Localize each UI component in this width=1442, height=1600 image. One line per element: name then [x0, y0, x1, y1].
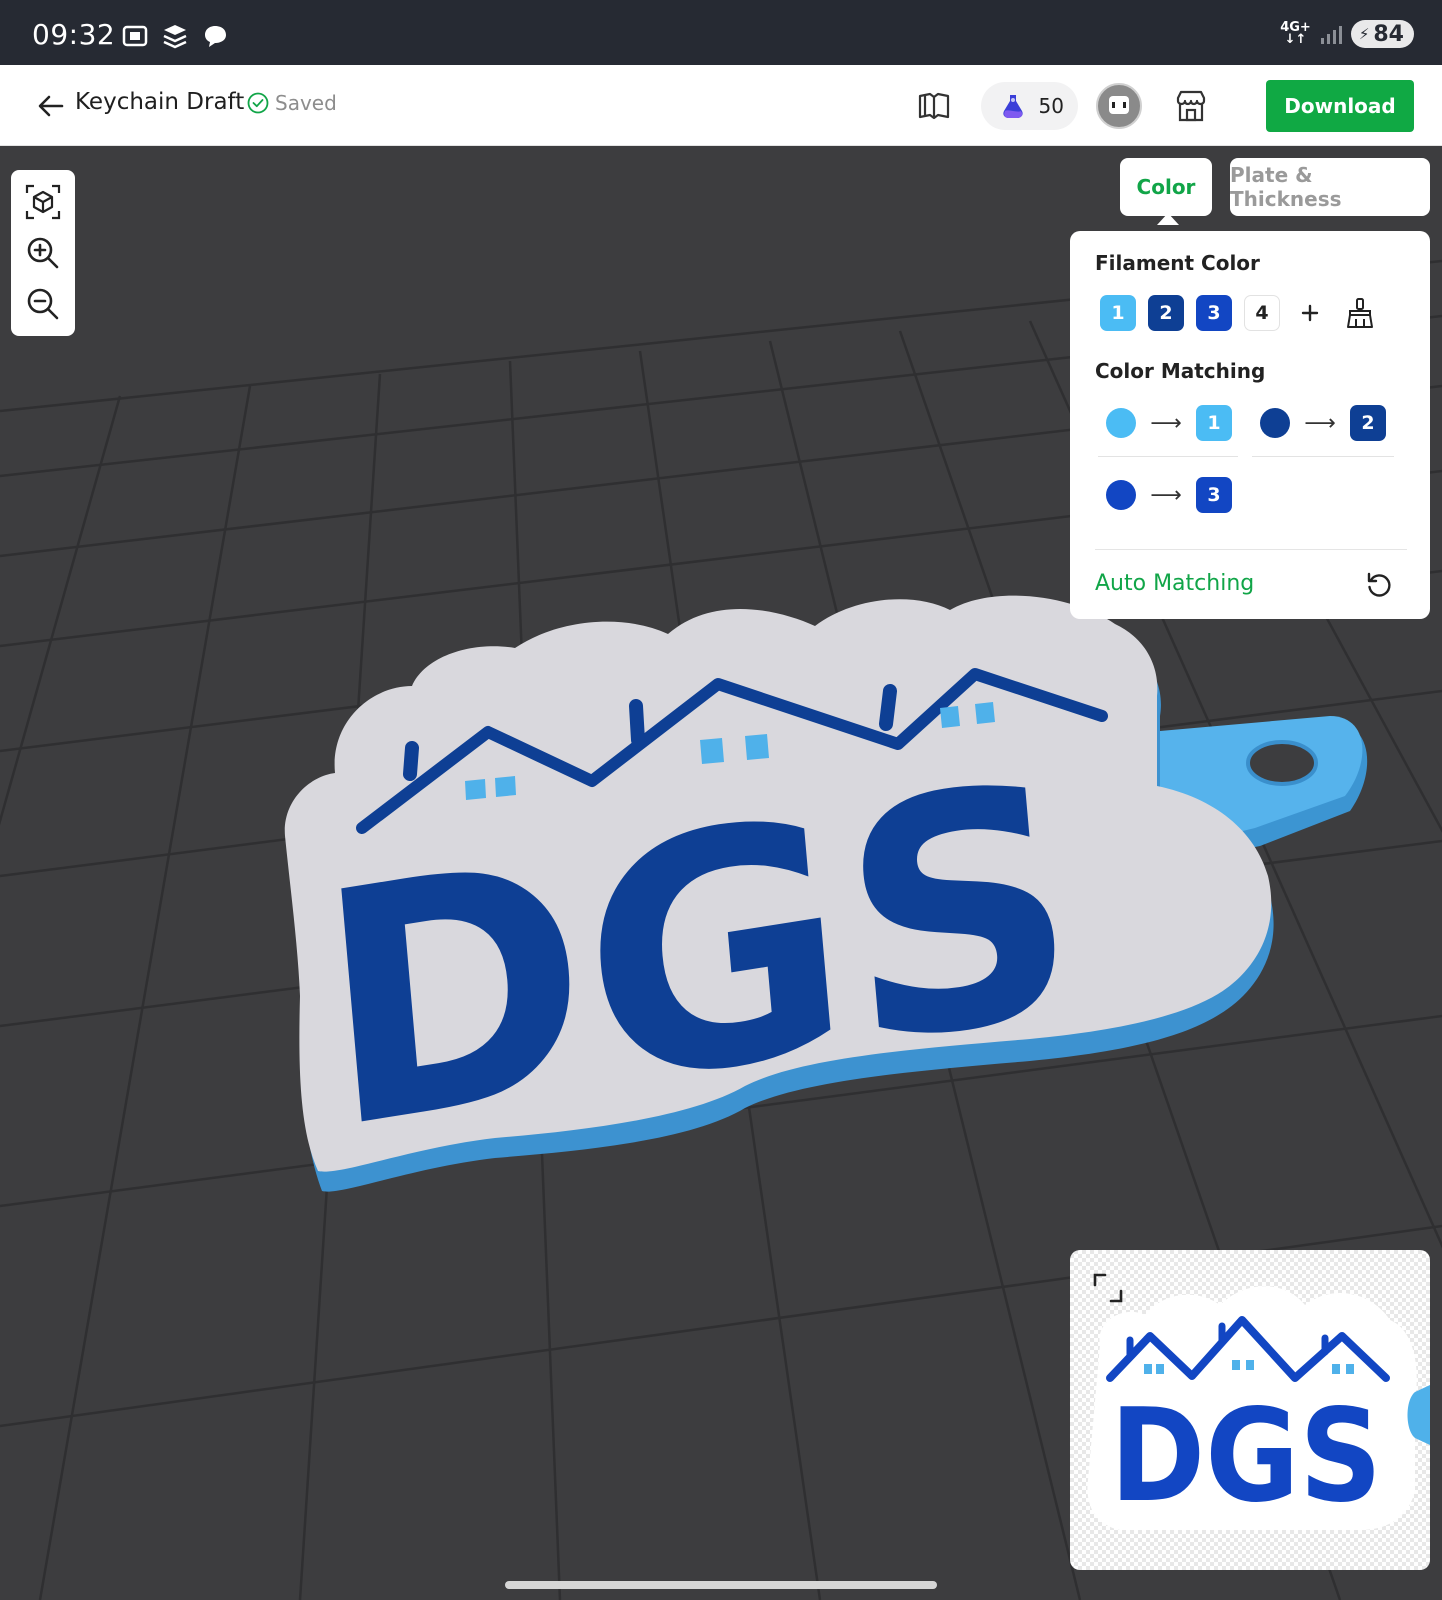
status-right: 4G+ ↓↑ ⚡ 84 [1280, 20, 1414, 48]
preview-image: DGS [1087, 1286, 1430, 1531]
filament-swatch-4[interactable]: 4 [1244, 295, 1280, 331]
layers-icon [163, 25, 187, 49]
filament-color-heading: Filament Color [1095, 251, 1260, 275]
add-filament-button[interactable] [1292, 295, 1328, 331]
keyring-hole [1246, 740, 1318, 786]
zoom-in-icon [27, 237, 59, 269]
arrow-left-icon [38, 95, 64, 117]
preview-logo-text: DGS [1110, 1382, 1382, 1531]
status-bar: 09:32 4G+ ↓↑ ⚡ 84 [0, 0, 1442, 65]
battery-indicator: ⚡ 84 [1350, 20, 1414, 48]
credits-button[interactable]: 50 [980, 82, 1078, 130]
keychain-model[interactable]: DGS [284, 595, 1368, 1202]
back-button[interactable] [34, 89, 68, 123]
guide-button[interactable] [911, 83, 957, 129]
arrow-right-icon: ⟶ [1304, 410, 1336, 436]
color-match-row-1[interactable]: ⟶ 1 [1106, 405, 1232, 441]
zoom-out-icon [27, 289, 59, 320]
tab-color[interactable]: Color [1120, 158, 1212, 216]
status-notification-icons [120, 21, 230, 51]
save-status: Saved [247, 91, 337, 115]
rotate-ccw-icon [1367, 572, 1391, 597]
charging-leaf-icon: ⚡ [1358, 25, 1370, 43]
panel-divider [1095, 549, 1407, 550]
status-time: 09:32 [32, 18, 116, 51]
source-color-dot [1260, 408, 1290, 438]
credits-count: 50 [1038, 94, 1064, 118]
zoom-in-button[interactable] [21, 231, 65, 275]
filament-swatch-1[interactable]: 1 [1100, 295, 1136, 331]
top-actions: 50 Download [911, 80, 1414, 132]
screenshot-icon [122, 25, 148, 47]
cube-view-icon [25, 184, 61, 219]
camera-tools [11, 170, 75, 336]
storefront-icon [1176, 90, 1206, 122]
robot-face-icon [1109, 96, 1129, 114]
match-divider [1252, 456, 1394, 457]
check-circle-icon [247, 92, 269, 114]
top-bar: Keychain Draft Saved 50 Download [0, 65, 1442, 146]
target-swatch-1[interactable]: 1 [1196, 405, 1232, 441]
home-indicator [505, 1581, 937, 1589]
source-color-dot [1106, 480, 1136, 510]
battery-level: 84 [1373, 21, 1404, 47]
color-matching-heading: Color Matching [1095, 359, 1266, 383]
filament-swatch-3[interactable]: 3 [1196, 295, 1232, 331]
logo-preview: DGS [1070, 1250, 1430, 1570]
brush-icon [1347, 298, 1373, 328]
potion-flask-icon [1002, 95, 1023, 118]
color-panel: Filament Color 1 2 3 4 Color Matching ⟶ … [1070, 231, 1430, 619]
arrow-right-icon: ⟶ [1150, 482, 1182, 508]
brush-button[interactable] [1340, 293, 1380, 333]
tab-plate-thickness[interactable]: Plate & Thickness [1230, 158, 1430, 216]
zoom-out-button[interactable] [21, 282, 65, 326]
target-swatch-2[interactable]: 2 [1350, 405, 1386, 441]
signal-icon [1320, 26, 1342, 44]
plus-icon [1301, 304, 1319, 322]
filament-swatch-2[interactable]: 2 [1148, 295, 1184, 331]
target-swatch-3[interactable]: 3 [1196, 477, 1232, 513]
filament-swatches: 1 2 3 4 [1100, 293, 1380, 333]
color-match-row-2[interactable]: ⟶ 2 [1260, 405, 1386, 441]
tab-caret [1157, 213, 1179, 225]
document-title[interactable]: Keychain Draft [75, 89, 244, 115]
user-avatar[interactable] [1096, 83, 1142, 129]
color-match-row-3[interactable]: ⟶ 3 [1106, 477, 1232, 513]
network-indicator: 4G+ ↓↑ [1280, 21, 1311, 47]
reset-matching-button[interactable] [1362, 568, 1396, 602]
reset-view-button[interactable] [21, 180, 65, 224]
chat-bubble-icon [205, 26, 226, 47]
auto-matching-button[interactable]: Auto Matching [1095, 571, 1254, 596]
saved-label: Saved [275, 91, 337, 115]
download-button[interactable]: Download [1266, 80, 1414, 132]
arrow-right-icon: ⟶ [1150, 410, 1182, 436]
store-button[interactable] [1168, 83, 1214, 129]
data-arrows-icon: ↓↑ [1284, 32, 1307, 47]
match-divider [1098, 456, 1238, 457]
source-color-dot [1106, 408, 1136, 438]
book-icon [918, 92, 949, 120]
